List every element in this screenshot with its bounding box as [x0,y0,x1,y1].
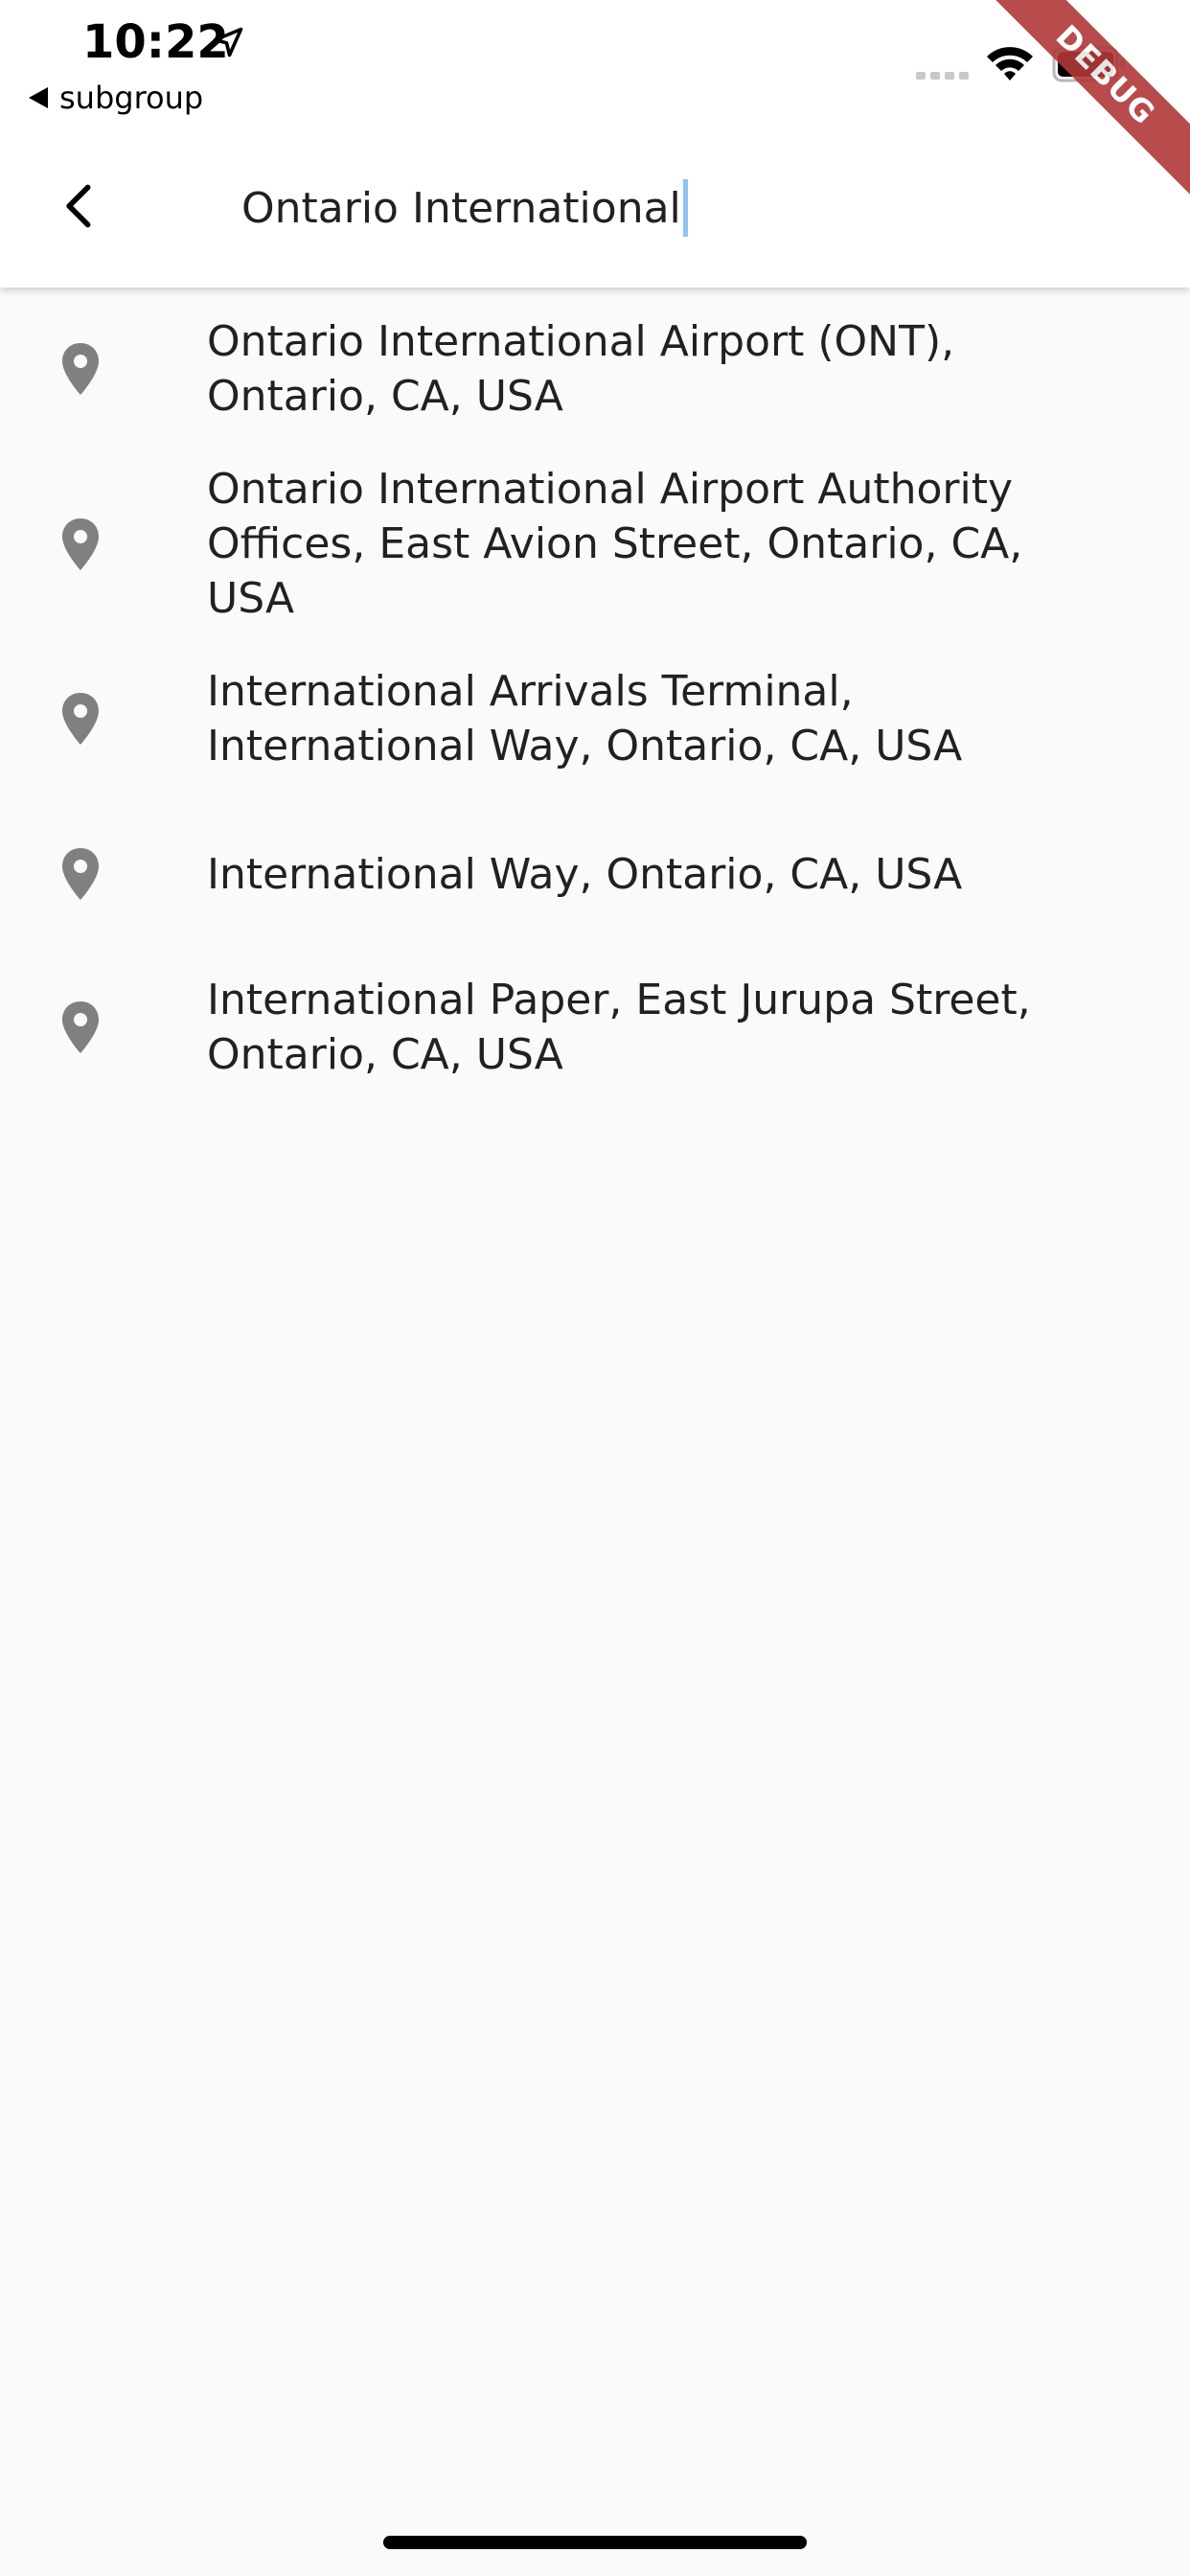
wifi-icon [987,47,1033,80]
text-cursor [682,179,688,237]
list-item[interactable]: International Way, Ontario, CA, USA [0,798,1190,950]
back-to-app-button[interactable]: subgroup [29,79,203,117]
map-pin-icon [62,1001,99,1053]
search-input[interactable]: Ontario International [241,174,1104,242]
list-item[interactable]: International Arrivals Terminal, Interna… [0,645,1190,798]
result-label: International Paper, East Jurupa Street,… [207,976,1031,1079]
home-indicator[interactable] [383,2536,807,2549]
back-triangle-icon [29,87,48,108]
result-label: Ontario International Airport Authority … [207,465,1023,623]
list-item[interactable]: International Paper, East Jurupa Street,… [0,950,1190,1101]
status-time: 10:22 [82,15,229,69]
app-bar: Ontario International [0,125,1190,288]
status-bar: 10:22 subgroup [0,0,1190,125]
search-input-value: Ontario International [241,183,681,233]
list-item[interactable]: Ontario International Airport Authority … [0,443,1190,645]
back-to-app-label: subgroup [59,80,204,116]
result-label: International Arrivals Terminal, Interna… [207,667,963,770]
map-pin-icon [62,693,99,745]
map-pin-icon [62,518,99,570]
chevron-left-icon [66,184,91,228]
location-arrow-icon [213,27,243,58]
map-pin-icon [62,848,99,900]
list-item[interactable]: Ontario International Airport (ONT), Ont… [0,288,1190,443]
search-results-list: Ontario International Airport (ONT), Ont… [0,288,1190,1101]
map-pin-icon [62,343,99,395]
result-label: Ontario International Airport (ONT), Ont… [207,317,955,421]
result-label: International Way, Ontario, CA, USA [207,849,963,899]
back-button[interactable] [36,163,123,249]
signal-icon [916,72,969,80]
